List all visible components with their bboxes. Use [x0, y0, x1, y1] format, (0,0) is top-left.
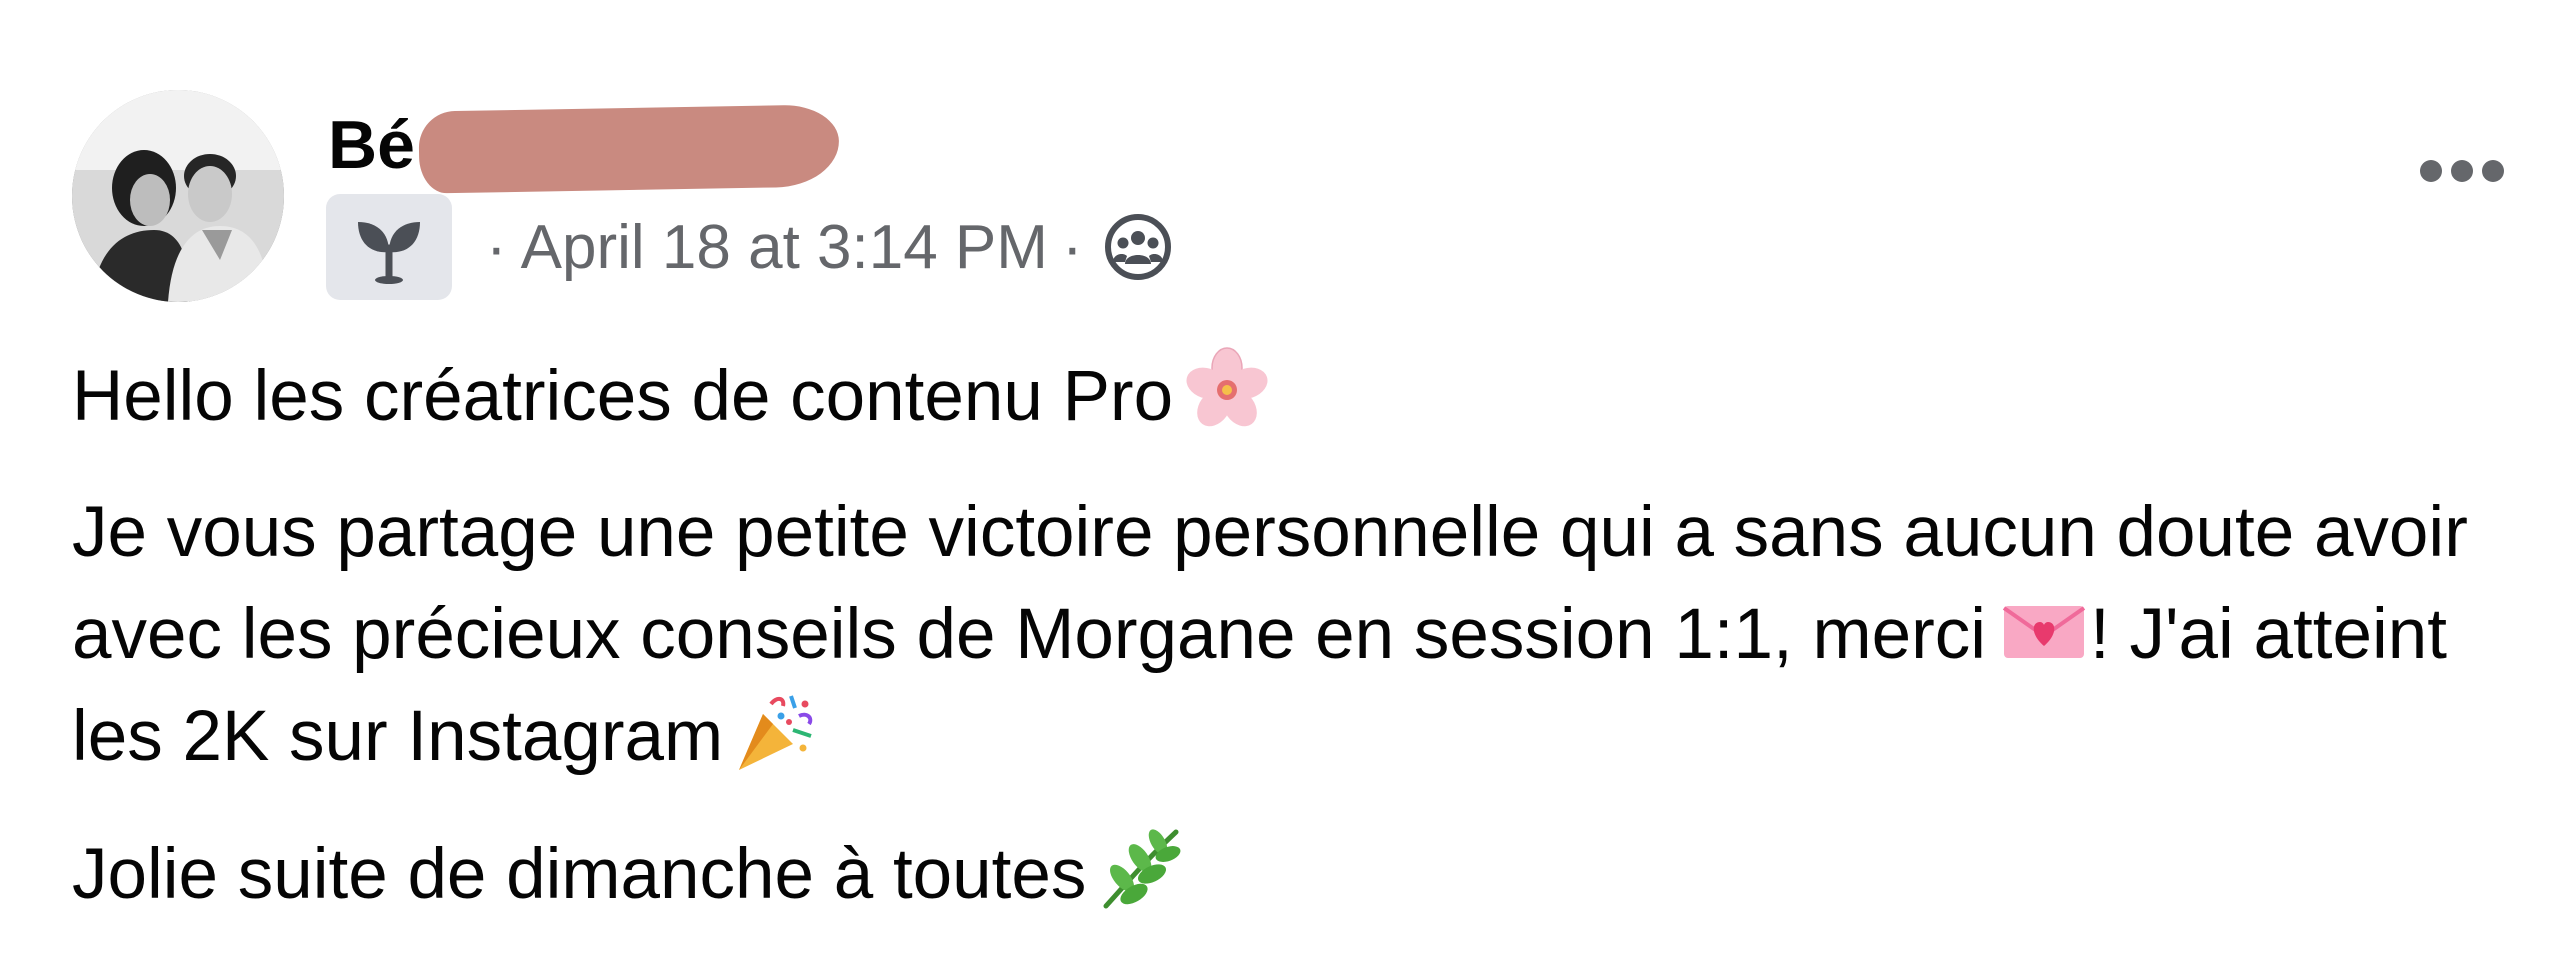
post-paragraph-2: Je vous partage une petite victoire pers… — [72, 482, 2512, 788]
post-text-closing: Jolie suite de dimanche à toutes — [72, 835, 1087, 914]
more-options-icon — [2420, 160, 2442, 182]
author-name[interactable]: Bé — [328, 111, 415, 179]
group-icon[interactable] — [1103, 212, 1173, 282]
avatar-photo — [72, 90, 284, 302]
author-avatar[interactable] — [72, 90, 284, 302]
more-options-dot — [2482, 160, 2504, 182]
post-body: Hello les créatrices de contenu Pro Je v… — [72, 346, 2512, 926]
more-options-dot — [2451, 160, 2473, 182]
author-name-row: Bé — [328, 100, 840, 194]
meta-separator: · — [486, 212, 507, 282]
post-line-3: Jolie suite de dimanche à toutes — [72, 824, 2512, 926]
post-line-1: Hello les créatrices de contenu Pro — [72, 346, 2512, 448]
sprout-icon — [358, 222, 420, 284]
redaction-mark — [418, 104, 840, 194]
cherry-blossom-icon — [1183, 346, 1271, 434]
post-timestamp[interactable]: April 18 at 3:14 PM — [521, 212, 1048, 283]
more-options-button[interactable] — [2420, 160, 2504, 182]
post-meta: · April 18 at 3:14 PM · — [326, 192, 1173, 302]
post-text-greeting: Hello les créatrices de contenu Pro — [72, 357, 1174, 436]
sprout-badge[interactable] — [326, 194, 452, 300]
party-popper-icon — [733, 686, 821, 774]
meta-separator: · — [1061, 212, 1083, 282]
herb-icon — [1096, 824, 1184, 912]
facebook-post: Bé · April 18 at 3:14 PM · Hello les cré… — [0, 0, 2560, 979]
love-letter-icon — [2000, 584, 2088, 672]
